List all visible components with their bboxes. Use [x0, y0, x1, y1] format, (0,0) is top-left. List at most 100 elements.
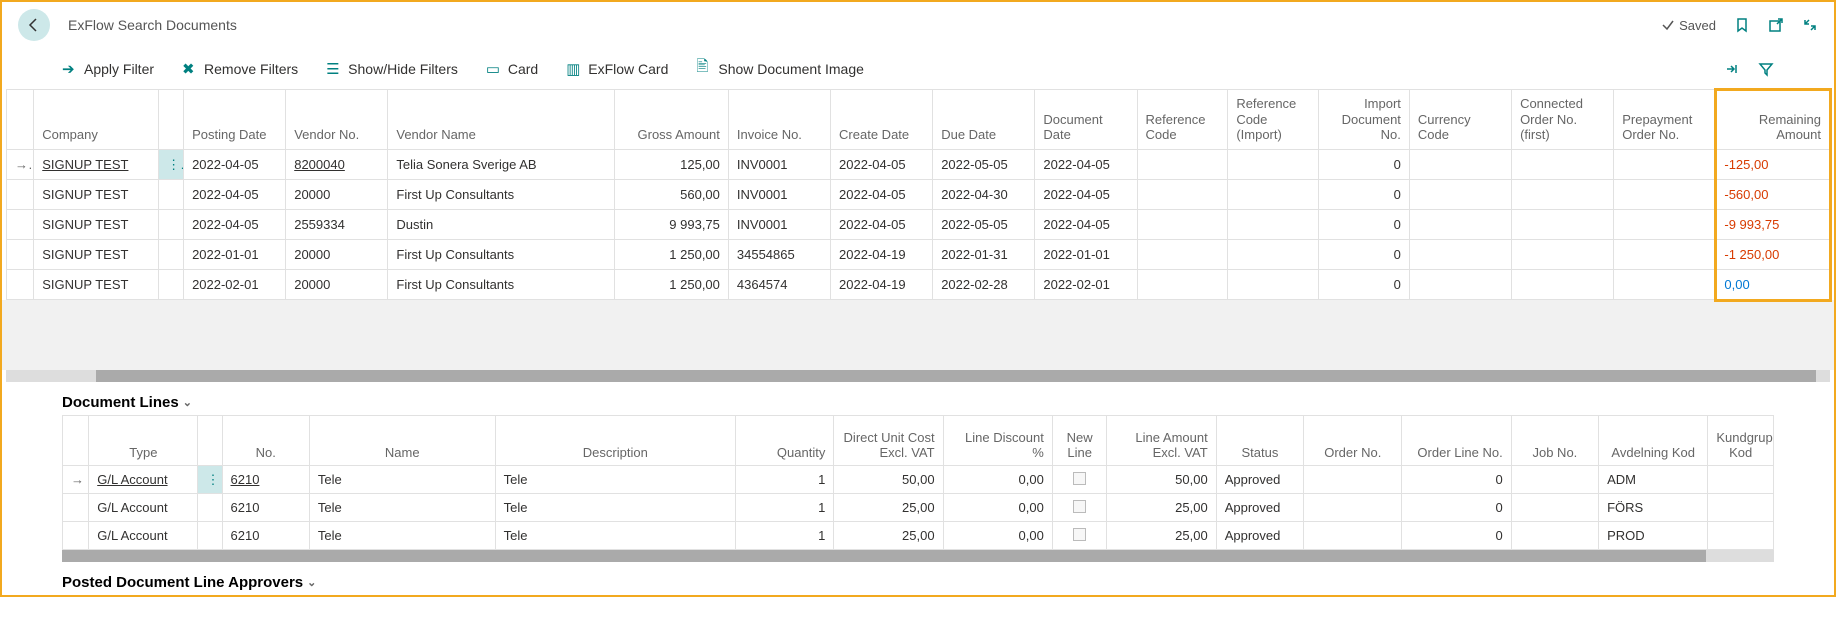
h-scrollbar[interactable]	[6, 370, 1830, 382]
cell-jobno[interactable]	[1511, 466, 1598, 494]
checkbox-icon[interactable]	[1073, 500, 1086, 513]
cell-vendorname[interactable]: First Up Consultants	[388, 270, 615, 300]
cell-due[interactable]: 2022-01-31	[933, 240, 1035, 270]
cell-company[interactable]: SIGNUP TEST	[34, 180, 159, 210]
cell-vendorno[interactable]: 20000	[286, 270, 388, 300]
cell-vendorno[interactable]: 8200040	[286, 150, 388, 180]
cell-remaining[interactable]: -560,00	[1716, 180, 1830, 210]
cell-refcodeimp[interactable]	[1228, 150, 1319, 180]
cell-create[interactable]: 2022-04-19	[831, 240, 933, 270]
cell-unit[interactable]: 25,00	[834, 522, 943, 550]
cell-orderlineno[interactable]: 0	[1402, 522, 1511, 550]
table-row[interactable]: →SIGNUP TEST⋮2022-04-058200040Telia Sone…	[7, 150, 1830, 180]
cell-unit[interactable]: 25,00	[834, 494, 943, 522]
cell-impdoc[interactable]: 0	[1319, 150, 1410, 180]
cell-company[interactable]: SIGNUP TEST	[34, 150, 159, 180]
cell-type[interactable]: G/L Account	[89, 466, 198, 494]
checkbox-icon[interactable]	[1073, 472, 1086, 485]
cell-vendorno[interactable]: 20000	[286, 240, 388, 270]
col-vendorname[interactable]: Vendor Name	[388, 90, 615, 150]
cell-jobno[interactable]	[1511, 494, 1598, 522]
lcol-newline[interactable]: New Line	[1052, 416, 1107, 466]
cell-orderlineno[interactable]: 0	[1402, 466, 1511, 494]
cell-unit[interactable]: 50,00	[834, 466, 943, 494]
checkbox-icon[interactable]	[1073, 528, 1086, 541]
cell-status[interactable]: Approved	[1216, 522, 1303, 550]
cell-prepay[interactable]	[1614, 180, 1716, 210]
cell-orderlineno[interactable]: 0	[1402, 494, 1511, 522]
cell-currency[interactable]	[1409, 240, 1511, 270]
line-row[interactable]: →G/L Account⋮6210TeleTele150,000,0050,00…	[63, 466, 1774, 494]
lcol-type[interactable]: Type	[89, 416, 198, 466]
lcol-name[interactable]: Name	[309, 416, 495, 466]
cell-newline[interactable]	[1052, 466, 1107, 494]
cell-due[interactable]: 2022-04-30	[933, 180, 1035, 210]
cell-lineamt[interactable]: 25,00	[1107, 522, 1216, 550]
document-grid[interactable]: Company Posting Date Vendor No. Vendor N…	[6, 89, 1830, 300]
document-lines-grid[interactable]: Type No. Name Description Quantity Direc…	[62, 415, 1774, 550]
lcol-jobno[interactable]: Job No.	[1511, 416, 1598, 466]
lcol-avd[interactable]: Avdelning Kod	[1599, 416, 1708, 466]
cell-invoice[interactable]: INV0001	[728, 150, 830, 180]
col-impdoc[interactable]: Import Document No.	[1319, 90, 1410, 150]
cell-posting[interactable]: 2022-04-05	[184, 150, 286, 180]
apply-filter-button[interactable]: ➔Apply Filter	[62, 60, 154, 78]
cell-company[interactable]: SIGNUP TEST	[34, 270, 159, 300]
cell-orderno[interactable]	[1304, 466, 1402, 494]
cell-gross[interactable]: 560,00	[615, 180, 729, 210]
col-create[interactable]: Create Date	[831, 90, 933, 150]
cell-vendorname[interactable]: First Up Consultants	[388, 180, 615, 210]
lines-scrollbar-thumb[interactable]	[62, 550, 1706, 562]
col-docdate[interactable]: Document Date	[1035, 90, 1137, 150]
col-refcode[interactable]: Reference Code	[1137, 90, 1228, 150]
cell-name[interactable]: Tele	[309, 466, 495, 494]
cell-impdoc[interactable]: 0	[1319, 210, 1410, 240]
col-invoice[interactable]: Invoice No.	[728, 90, 830, 150]
cell-docdate[interactable]: 2022-04-05	[1035, 210, 1137, 240]
col-gross[interactable]: Gross Amount	[615, 90, 729, 150]
cell-no[interactable]: 6210	[222, 466, 309, 494]
cell-disc[interactable]: 0,00	[943, 466, 1052, 494]
cell-disc[interactable]: 0,00	[943, 494, 1052, 522]
cell-lineamt[interactable]: 25,00	[1107, 494, 1216, 522]
cell-invoice[interactable]: 34554865	[728, 240, 830, 270]
cell-lineamt[interactable]: 50,00	[1107, 466, 1216, 494]
cell-gross[interactable]: 9 993,75	[615, 210, 729, 240]
row-menu-button[interactable]	[159, 270, 184, 300]
col-vendorno[interactable]: Vendor No.	[286, 90, 388, 150]
cell-disc[interactable]: 0,00	[943, 522, 1052, 550]
filter-icon[interactable]	[1758, 61, 1774, 77]
cell-connorder[interactable]	[1512, 240, 1614, 270]
cell-avd[interactable]: FÖRS	[1599, 494, 1708, 522]
lcol-orderno[interactable]: Order No.	[1304, 416, 1402, 466]
cell-vendorno[interactable]: 2559334	[286, 210, 388, 240]
lcol-kund[interactable]: Kundgrup Kod	[1708, 416, 1774, 466]
col-currency[interactable]: Currency Code	[1409, 90, 1511, 150]
table-row[interactable]: SIGNUP TEST2022-04-0520000First Up Consu…	[7, 180, 1830, 210]
cell-currency[interactable]	[1409, 180, 1511, 210]
cell-jobno[interactable]	[1511, 522, 1598, 550]
cell-create[interactable]: 2022-04-19	[831, 270, 933, 300]
row-menu-button[interactable]: ⋮	[198, 466, 222, 494]
cell-connorder[interactable]	[1512, 150, 1614, 180]
cell-qty[interactable]: 1	[736, 494, 834, 522]
cell-posting[interactable]: 2022-02-01	[184, 270, 286, 300]
share-icon[interactable]	[1724, 61, 1740, 77]
line-row[interactable]: G/L Account6210TeleTele125,000,0025,00Ap…	[63, 494, 1774, 522]
cell-vendorname[interactable]: Telia Sonera Sverige AB	[388, 150, 615, 180]
cell-vendorname[interactable]: First Up Consultants	[388, 240, 615, 270]
show-image-button[interactable]: 🖹Show Document Image	[696, 56, 864, 81]
cell-status[interactable]: Approved	[1216, 466, 1303, 494]
row-menu-button[interactable]: ⋮	[159, 150, 184, 180]
table-row[interactable]: SIGNUP TEST2022-01-0120000First Up Consu…	[7, 240, 1830, 270]
scrollbar-thumb[interactable]	[96, 370, 1816, 382]
cell-remaining[interactable]: -9 993,75	[1716, 210, 1830, 240]
cell-remaining[interactable]: -1 250,00	[1716, 240, 1830, 270]
cell-avd[interactable]: PROD	[1599, 522, 1708, 550]
cell-remaining[interactable]: 0,00	[1716, 270, 1830, 300]
cell-create[interactable]: 2022-04-05	[831, 150, 933, 180]
cell-refcode[interactable]	[1137, 240, 1228, 270]
cell-desc[interactable]: Tele	[495, 494, 735, 522]
cell-refcode[interactable]	[1137, 150, 1228, 180]
row-menu-button[interactable]	[159, 240, 184, 270]
